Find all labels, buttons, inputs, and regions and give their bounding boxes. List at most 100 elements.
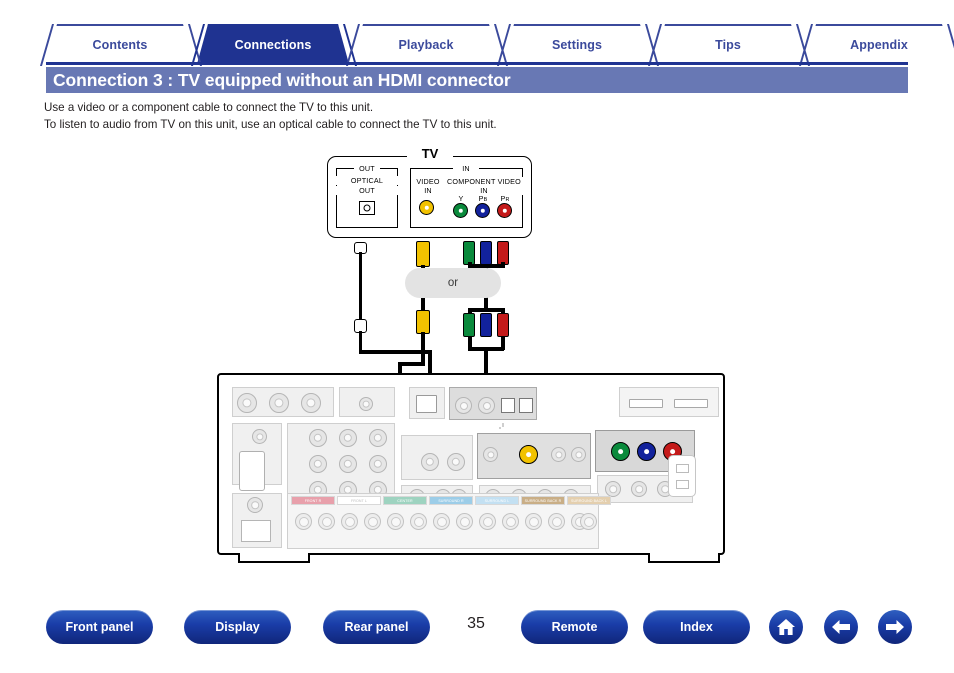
speaker-band-surround-l: SURROUND L	[475, 496, 519, 505]
speaker-terminal	[433, 513, 450, 530]
amp-component-video-block	[502, 423, 504, 425]
nav-display-button[interactable]: Display	[184, 610, 291, 644]
speaker-band-label: SURROUND L	[484, 498, 510, 503]
video-cable-wire-lower	[421, 332, 425, 365]
amp-coax-jack-1	[455, 397, 472, 414]
tv-component-pb-jack	[475, 203, 490, 218]
speaker-terminal	[364, 513, 381, 530]
nav-next-button[interactable]	[878, 610, 912, 644]
tv-component-pr-label: PR	[497, 194, 513, 203]
speaker-terminal	[580, 513, 597, 530]
nav-home-button[interactable]	[769, 610, 803, 644]
amp-preout-jack	[447, 453, 465, 471]
tab-contents[interactable]: Contents	[46, 24, 194, 64]
amp-hdmi-port-1	[629, 399, 663, 408]
intro-line-2: To listen to audio from TV on this unit,…	[44, 117, 497, 131]
tab-tips[interactable]: Tips	[654, 24, 802, 64]
amp-optical-port-2	[519, 398, 533, 413]
speaker-band-surround-back-l: SURROUND BACK L	[567, 496, 611, 505]
tab-underline	[46, 62, 908, 65]
amp-component-y-jack	[611, 442, 630, 461]
component-plug-blue-top	[480, 241, 492, 265]
page-title: Connection 3 : TV equipped without an HD…	[53, 69, 511, 90]
video-plug-bottom	[416, 310, 430, 334]
intro-text: Use a video or a component cable to conn…	[44, 100, 497, 133]
speaker-band-label: FRONT R	[304, 498, 322, 503]
tv-component-pr-jack	[497, 203, 512, 218]
amp-video-jack-aux-1	[483, 447, 498, 462]
speaker-terminal	[410, 513, 427, 530]
speaker-band-label: FRONT L	[350, 498, 367, 503]
amp-component-pb-jack	[637, 442, 656, 461]
nav-index-label: Index	[680, 620, 713, 634]
intro-line-1: Use a video or a component cable to conn…	[44, 101, 374, 114]
amp-antenna-jack-2	[269, 393, 289, 413]
nav-remote-button[interactable]: Remote	[521, 610, 628, 644]
tv-optical-group-caption: OUT	[354, 164, 380, 173]
tab-connections[interactable]: Connections	[197, 24, 349, 64]
component-plug-blue-bottom	[480, 313, 492, 337]
nav-remote-label: Remote	[551, 620, 598, 634]
ac-inlet-pin-bottom	[676, 480, 689, 489]
component-branch-red-top	[501, 262, 505, 268]
amp-audio-jack	[369, 429, 387, 447]
tv-component-pb-label: PB	[475, 194, 491, 203]
component-plug-green-bottom	[463, 313, 475, 337]
speaker-band-label: SURROUND BACK L	[570, 498, 608, 503]
video-cable-route-h	[398, 362, 425, 366]
speaker-band-label: SURROUND R	[438, 498, 464, 503]
amp-audio-jack	[339, 455, 357, 473]
page-number: 35	[467, 615, 485, 632]
speaker-terminal	[548, 513, 565, 530]
tv-video-in-label-2: IN	[412, 186, 444, 195]
tab-connections-label: Connections	[234, 37, 312, 52]
amp-foot-left	[238, 553, 310, 563]
speaker-band-front-l: FRONT L	[337, 496, 381, 505]
amplifier-rear-panel: FRONT R FRONT L CENTER SURROUND R SURROU…	[217, 373, 725, 555]
amp-antenna-jack-1	[237, 393, 257, 413]
arrow-left-icon	[832, 620, 850, 634]
amp-right-aux-jack	[631, 481, 647, 497]
or-label: or	[447, 277, 459, 289]
speaker-terminal	[341, 513, 358, 530]
component-branch-mid	[468, 308, 504, 312]
speaker-terminal	[502, 513, 519, 530]
video-plug-top	[416, 241, 430, 267]
nav-front-panel-button[interactable]: Front panel	[46, 610, 153, 644]
tab-contents-label: Contents	[92, 37, 148, 52]
amp-subwoofer-jack	[247, 497, 263, 513]
nav-index-button[interactable]: Index	[643, 610, 750, 644]
speaker-band-label: SURROUND BACK R	[524, 498, 562, 503]
amp-optical-port-1	[501, 398, 515, 413]
tab-appendix[interactable]: Appendix	[805, 24, 953, 64]
tv-component-y-jack	[453, 203, 468, 218]
ac-inlet-housing	[668, 455, 696, 497]
tab-settings-label: Settings	[551, 37, 603, 52]
tab-settings[interactable]: Settings	[503, 24, 651, 64]
amp-audio-jack	[369, 455, 387, 473]
amp-audio-jack	[309, 455, 327, 473]
amp-hdmi-port-2	[674, 399, 708, 408]
speaker-terminal	[318, 513, 335, 530]
tab-tips-label: Tips	[715, 37, 741, 52]
tab-playback[interactable]: Playback	[352, 24, 500, 64]
nav-rear-panel-button[interactable]: Rear panel	[323, 610, 430, 644]
tv-in-group-caption: IN	[453, 164, 479, 173]
speaker-terminal	[456, 513, 473, 530]
tv-optical-port	[359, 201, 375, 215]
amp-rs232-port	[239, 451, 265, 491]
amp-audio-jack	[339, 429, 357, 447]
tab-bar: Contents Connections Playback Settings T…	[39, 24, 954, 66]
speaker-band-center: CENTER	[383, 496, 427, 505]
speaker-band-surround-back-r: SURROUND BACK R	[521, 496, 565, 505]
tv-component-label-1: COMPONENT VIDEO	[445, 177, 523, 186]
tv-optical-label-2: OUT	[336, 186, 398, 195]
tab-playback-label: Playback	[398, 37, 454, 52]
nav-front-panel-label: Front panel	[65, 620, 134, 634]
tv-label: TV	[407, 146, 453, 161]
nav-back-button[interactable]	[824, 610, 858, 644]
amp-component-in-panel	[499, 427, 501, 429]
ac-inlet-pin-top	[676, 464, 689, 473]
tab-appendix-label: Appendix	[850, 37, 908, 52]
amp-preout-jack	[421, 453, 439, 471]
